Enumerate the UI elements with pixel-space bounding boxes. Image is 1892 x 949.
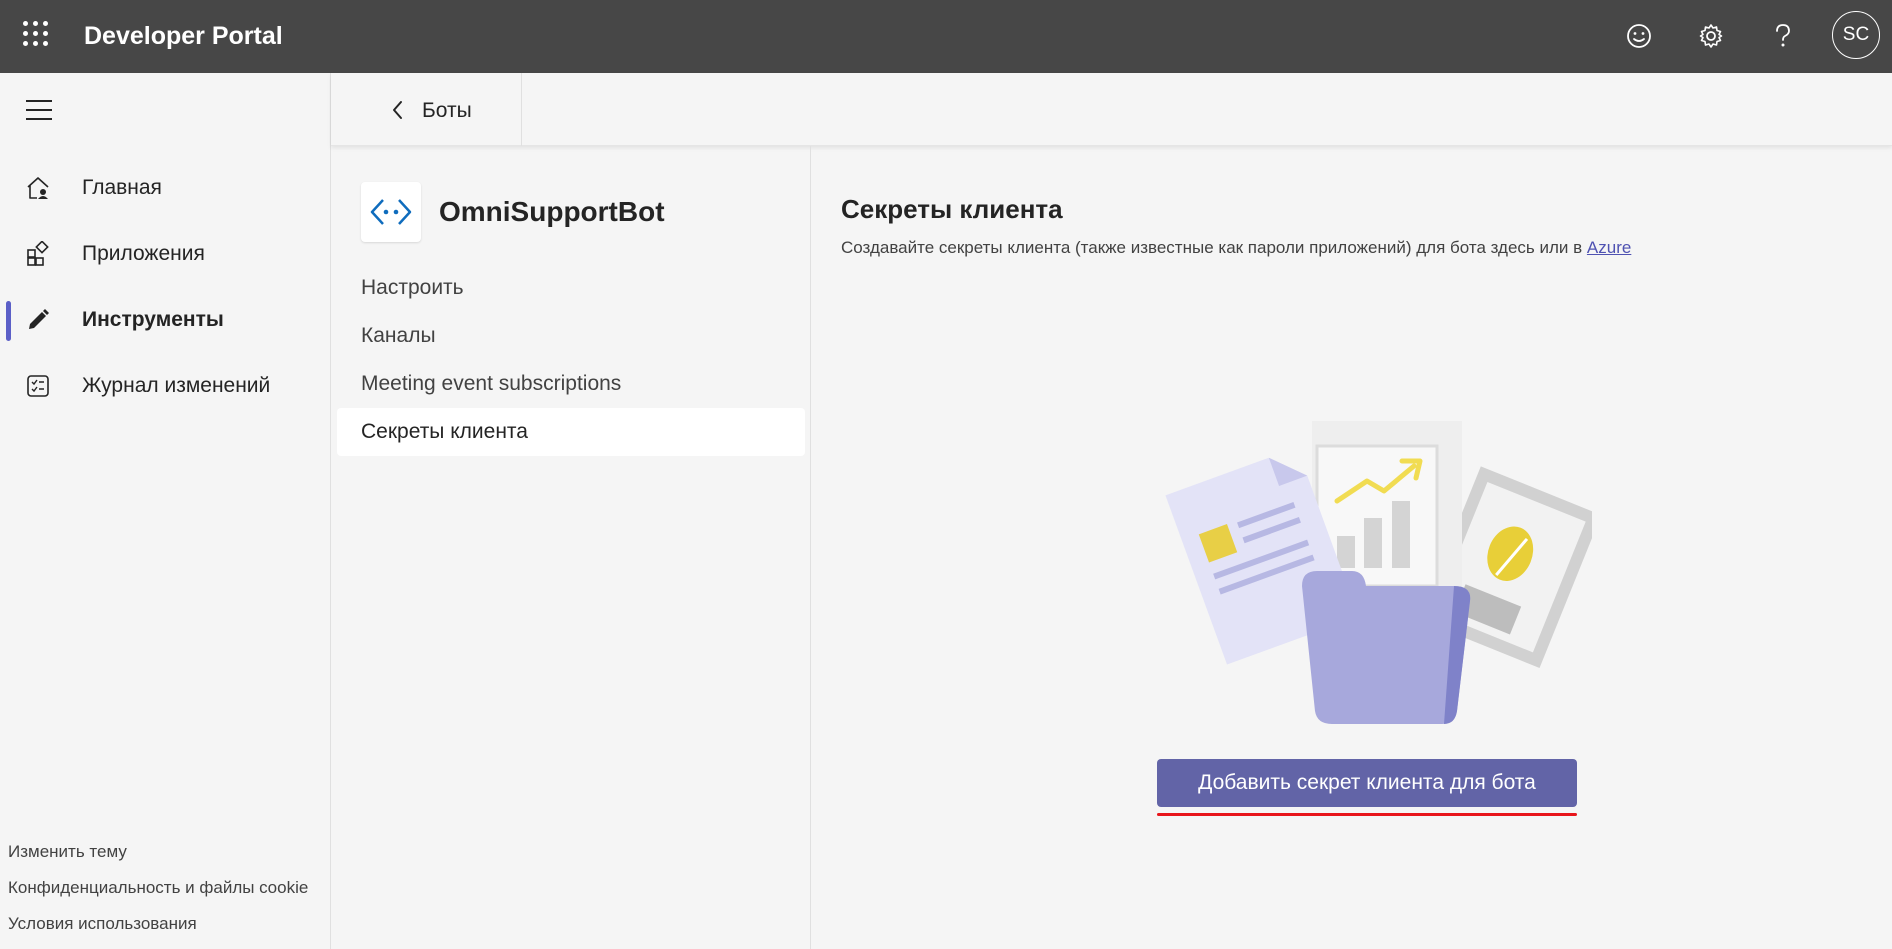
terms-of-use-link[interactable]: Условия использования (8, 914, 197, 934)
bot-menu-client-secrets[interactable]: Секреты клиента (337, 408, 805, 456)
bot-name: OmniSupportBot (439, 196, 665, 227)
breadcrumb-bar: Боты (331, 73, 1892, 146)
nav-item-label: Журнал изменений (82, 374, 271, 397)
bot-menu-label: Meeting event subscriptions (361, 372, 622, 395)
empty-state-folder-illustration (1165, 421, 1592, 724)
highlight-underline (1157, 813, 1577, 816)
pencil-icon (29, 309, 49, 329)
chevron-left-icon (393, 101, 402, 119)
apps-icon (27, 241, 49, 266)
top-bar: Developer Portal SC (0, 0, 1892, 73)
page-title: Секреты клиента (841, 194, 1063, 224)
settings-gear-icon[interactable] (1692, 17, 1730, 55)
add-client-secret-button[interactable]: Добавить секрет клиента для бота (1157, 759, 1577, 807)
description-text: Создавайте секреты клиента (также извест… (841, 238, 1583, 257)
privacy-cookies-link[interactable]: Конфиденциальность и файлы cookie (8, 878, 308, 898)
home-icon (27, 177, 49, 199)
main-content: Секреты клиента Создавайте секреты клиен… (812, 146, 1892, 949)
bot-menu-label: Каналы (361, 324, 436, 347)
app-title: Developer Portal (84, 22, 283, 50)
bot-code-icon (361, 182, 421, 242)
user-avatar[interactable]: SC (1832, 11, 1880, 59)
back-to-bots-button[interactable]: Боты (331, 73, 522, 146)
nav-item-label: Инструменты (82, 308, 224, 331)
feedback-smiley-icon[interactable] (1620, 17, 1658, 55)
bot-nav: OmniSupportBot Настроить Каналы Meeting … (331, 146, 811, 949)
nav-item-apps[interactable]: Приложения (0, 229, 331, 279)
azure-link[interactable]: Azure (1587, 238, 1631, 257)
bot-menu-meeting-events[interactable]: Meeting event subscriptions (337, 360, 805, 408)
bot-menu-configure[interactable]: Настроить (337, 264, 805, 312)
nav-item-label: Главная (82, 176, 162, 199)
bot-menu-channels[interactable]: Каналы (337, 312, 805, 360)
hamburger-menu-icon[interactable] (26, 100, 52, 122)
nav-item-home[interactable]: Главная (0, 163, 331, 213)
bot-menu-label: Настроить (361, 276, 464, 299)
app-launcher-icon[interactable] (20, 18, 50, 48)
nav-item-changelog[interactable]: Журнал изменений (0, 361, 331, 411)
nav-item-tools[interactable]: Инструменты (0, 295, 331, 345)
nav-item-label: Приложения (82, 242, 205, 265)
back-label: Боты (422, 99, 472, 122)
help-question-icon[interactable] (1764, 17, 1802, 55)
page-description: Создавайте секреты клиента (также извест… (841, 238, 1631, 258)
bot-menu-label: Секреты клиента (361, 420, 528, 443)
left-nav: Главная Приложения Инструменты Журнал из… (0, 73, 331, 949)
changelog-icon (27, 375, 49, 397)
change-theme-link[interactable]: Изменить тему (8, 842, 127, 862)
